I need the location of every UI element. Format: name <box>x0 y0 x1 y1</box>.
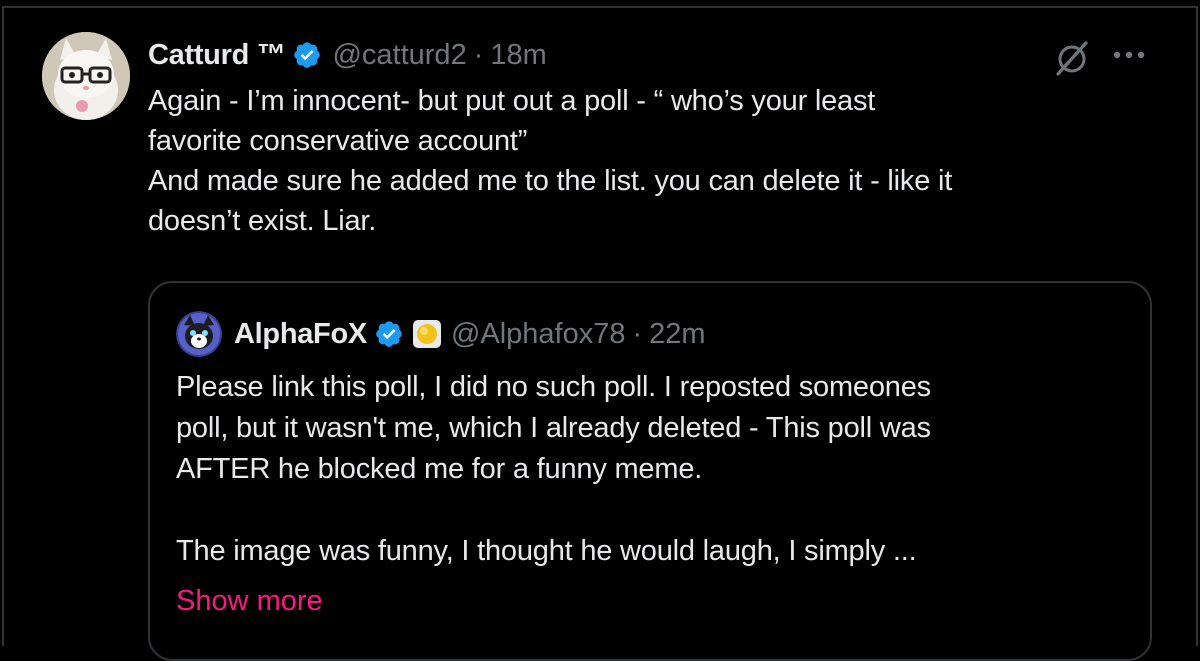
post-header: Catturd ™ @catturd2 · 18m <box>148 33 547 77</box>
separator-dot: · <box>632 317 643 350</box>
yellow-circle-badge-icon <box>412 320 441 348</box>
quoted-author-handle[interactable]: @Alphafox78 <box>451 318 626 351</box>
author-handle[interactable]: @catturd2 <box>332 39 466 72</box>
quoted-post-header: AlphaFoX @Alphafox78 · 22m <box>176 311 706 357</box>
post-text: Again - I’m innocent- but put out a poll… <box>148 85 953 237</box>
show-more-link[interactable]: Show more <box>176 585 323 618</box>
fox-avatar-icon <box>176 311 222 357</box>
separator-dot: · <box>473 38 484 71</box>
verified-badge-icon <box>294 42 321 68</box>
more-options-icon[interactable] <box>1112 49 1146 61</box>
post-timestamp[interactable]: 18m <box>490 39 546 72</box>
quoted-post-text: Please link this poll, I did no such pol… <box>176 371 931 567</box>
quoted-author-display-name[interactable]: AlphaFoX <box>234 318 367 351</box>
quoted-post-card[interactable]: AlphaFoX @Alphafox78 · 22m Please link t… <box>148 281 1152 661</box>
author-avatar[interactable] <box>42 32 130 120</box>
cat-avatar-icon <box>42 32 130 120</box>
verified-badge-icon <box>376 321 402 347</box>
grok-icon[interactable] <box>1052 38 1092 78</box>
quoted-author-avatar[interactable] <box>176 311 222 357</box>
author-display-name[interactable]: Catturd ™ <box>148 39 286 72</box>
quoted-post-timestamp[interactable]: 22m <box>649 318 705 351</box>
